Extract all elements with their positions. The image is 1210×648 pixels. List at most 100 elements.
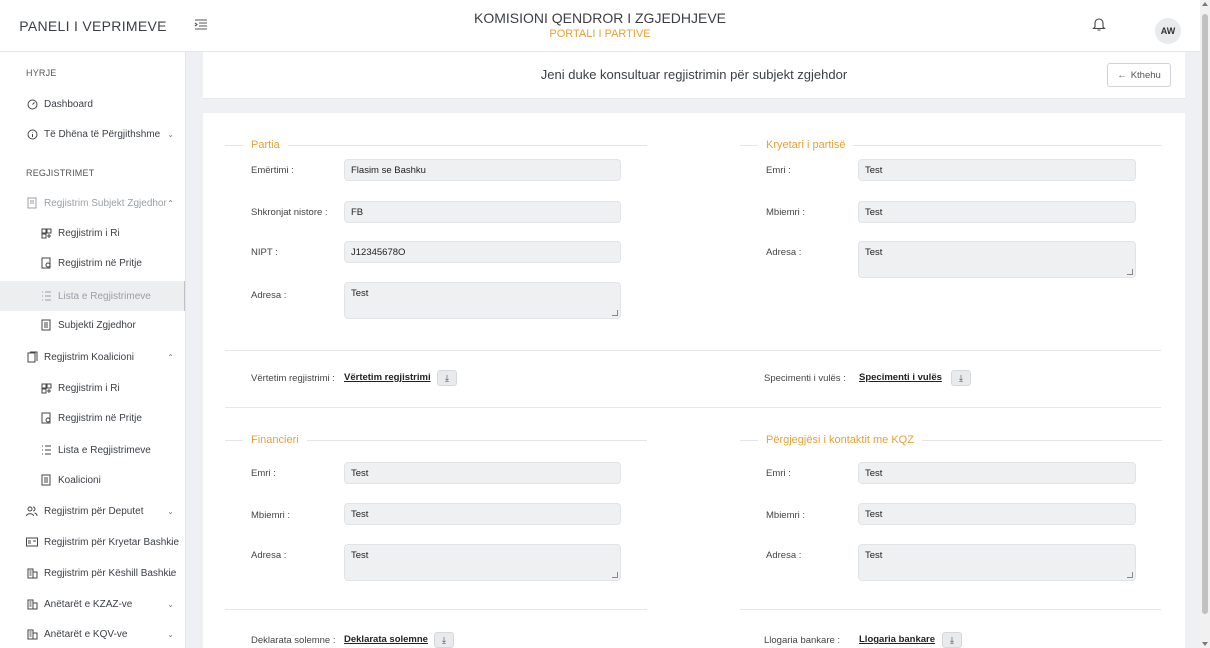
field-label: Mbiemri : (251, 510, 291, 521)
document-icon (26, 197, 38, 209)
bell-icon[interactable] (1092, 16, 1106, 32)
sidebar-item-subject-registration[interactable]: Regjistrim Subjekt Zgjedhor ⌃ (0, 188, 185, 218)
party-name-field[interactable]: Flasim se Bashku (344, 159, 621, 181)
building-icon (26, 598, 38, 610)
divider (740, 609, 1161, 610)
sidebar-item-registration-list[interactable]: Lista e Regjistrimeve (0, 281, 185, 311)
sidebar-item-deputy-registration[interactable]: Regjistrim për Deputet ⌄ (0, 496, 185, 526)
sidebar-item-label: Koalicioni (58, 474, 101, 486)
sidebar-item-new-registration[interactable]: Regjistrim i Ri (0, 218, 185, 248)
sidebar-item-coalition-new[interactable]: Regjistrim i Ri (0, 373, 185, 403)
sidebar-item-label: Subjekti Zgjedhor (58, 319, 136, 331)
financier-surname-field[interactable]: Test (344, 503, 621, 525)
sidebar-item-kzaz-members[interactable]: Anëtarët e KZAZ-ve ⌄ (0, 589, 185, 619)
bank-account-link[interactable]: Llogaria bankare (859, 634, 935, 645)
field-label: Emri : (251, 468, 276, 479)
legend-line (740, 144, 758, 146)
nipt-field[interactable]: J12345678O (344, 241, 621, 263)
financier-address-field[interactable]: Test (344, 544, 621, 581)
sidebar-item-general-data[interactable]: Të Dhëna të Përgjithshme ⌄ (0, 119, 185, 149)
sidebar: HYRJE Dashboard Të Dhëna të Përgjithshme… (0, 52, 186, 648)
chevron-down-icon: ⌄ (167, 537, 174, 547)
new-entry-icon (40, 227, 52, 239)
sidebar-item-coalition[interactable]: Koalicioni (0, 465, 185, 495)
download-icon[interactable]: ⤓ (951, 370, 971, 386)
field-label: Shkronjat nistore : (251, 207, 328, 218)
chevron-down-icon: ⌄ (167, 568, 174, 578)
section-legend-kryetari: Kryetari i partisë (740, 139, 1162, 151)
legend-line (225, 439, 243, 441)
divider (225, 350, 1161, 351)
brand-title: PANELI I VEPRIMEVE (19, 18, 167, 34)
scroll-down-icon[interactable] (1202, 642, 1208, 646)
sidebar-item-label: Regjistrim në Pritje (58, 257, 142, 269)
download-icon[interactable]: ⤓ (437, 370, 457, 386)
contact-surname-field[interactable]: Test (858, 503, 1136, 525)
subject-icon (40, 474, 52, 486)
sidebar-item-label: Regjistrim i Ri (58, 227, 120, 239)
chair-name-field[interactable]: Test (858, 159, 1136, 181)
resize-handle-icon[interactable] (612, 572, 618, 578)
sidebar-item-label: Anëtarët e KQV-ve (44, 628, 128, 640)
sidebar-item-pending-registration[interactable]: Regjistrim në Pritje (0, 248, 185, 278)
financier-name-field[interactable]: Test (344, 462, 621, 484)
scrollbar-thumb[interactable] (1202, 14, 1208, 614)
sidebar-item-dashboard[interactable]: Dashboard (0, 89, 185, 119)
download-icon[interactable]: ⤓ (942, 632, 962, 648)
sidebar-item-mayor-registration[interactable]: Regjistrim për Kryetar Bashkie ⌄ (0, 527, 185, 557)
divider (225, 609, 647, 610)
list-icon (40, 444, 52, 456)
resize-handle-icon[interactable] (1127, 269, 1133, 275)
initials-field[interactable]: FB (344, 201, 621, 223)
solemn-declaration-link[interactable]: Deklarata solemne (344, 634, 428, 645)
field-label: Emri : (766, 468, 791, 479)
page-header-card: Jeni duke konsultuar regjistrimin për su… (203, 52, 1185, 99)
contact-name-field[interactable]: Test (858, 462, 1136, 484)
sidebar-item-label: Lista e Regjistrimeve (58, 290, 151, 302)
resize-handle-icon[interactable] (612, 310, 618, 316)
field-label: Adresa : (766, 550, 802, 561)
field-label: Emërtimi : (251, 165, 294, 176)
page-scrollbar[interactable] (1200, 0, 1210, 648)
chevron-up-icon: ⌃ (167, 198, 174, 208)
legend-text: Financieri (251, 434, 299, 446)
pending-icon (40, 257, 52, 269)
legend-line (921, 439, 1162, 441)
new-entry-icon (40, 382, 52, 394)
legend-line (287, 144, 647, 146)
scroll-up-icon[interactable] (1202, 2, 1208, 6)
legend-text: Kryetari i partisë (766, 139, 846, 151)
registration-certificate-link[interactable]: Vërtetim regjistrimi (344, 372, 431, 383)
sidebar-item-label: Lista e Regjistrimeve (58, 444, 151, 456)
back-button[interactable]: ← Kthehu (1107, 63, 1171, 87)
menu-toggle-icon[interactable] (194, 19, 208, 33)
sidebar-item-label: Regjistrim Koalicioni (44, 351, 135, 363)
doc-label: Vërtetim regjistrimi : (251, 373, 335, 384)
sidebar-item-label: Regjistrim në Pritje (58, 412, 142, 424)
sidebar-item-electoral-subject[interactable]: Subjekti Zgjedhor (0, 310, 185, 340)
legend-text: Përgjegjësi i kontaktit me KQZ (766, 434, 914, 446)
sidebar-item-coalition-registration[interactable]: Regjistrim Koalicioni ⌃ (0, 342, 185, 372)
stamp-specimen-link[interactable]: Specimenti i vulës (859, 372, 942, 383)
party-address-field[interactable]: Test (344, 282, 621, 319)
sidebar-item-kqv-members[interactable]: Anëtarët e KQV-ve ⌄ (0, 619, 185, 648)
legend-line (225, 144, 243, 146)
download-icon[interactable]: ⤓ (434, 632, 454, 648)
doc-label: Deklarata solemne : (251, 635, 336, 646)
sidebar-item-coalition-list[interactable]: Lista e Regjistrimeve (0, 435, 185, 465)
registration-details-card: Partia Emërtimi : Flasim se Bashku Shkro… (203, 113, 1185, 648)
sidebar-item-label: Regjistrim Subjekt Zgjedhor (44, 197, 167, 209)
resize-handle-icon[interactable] (1127, 572, 1133, 578)
avatar[interactable]: AW (1155, 18, 1181, 44)
chair-address-field[interactable]: Test (858, 241, 1136, 278)
sidebar-item-council-registration[interactable]: Regjistrim për Këshill Bashkie ⌄ (0, 558, 185, 588)
contact-address-field[interactable]: Test (858, 544, 1136, 581)
chair-surname-field[interactable]: Test (858, 201, 1136, 223)
building-icon (26, 628, 38, 640)
field-label: Mbiemri : (766, 207, 806, 218)
chevron-down-icon: ⌄ (167, 629, 174, 639)
sidebar-item-coalition-pending[interactable]: Regjistrim në Pritje (0, 403, 185, 433)
users-icon (26, 505, 38, 517)
page-title: Jeni duke konsultuar regjistrimin për su… (540, 67, 848, 82)
back-button-label: Kthehu (1130, 69, 1161, 81)
